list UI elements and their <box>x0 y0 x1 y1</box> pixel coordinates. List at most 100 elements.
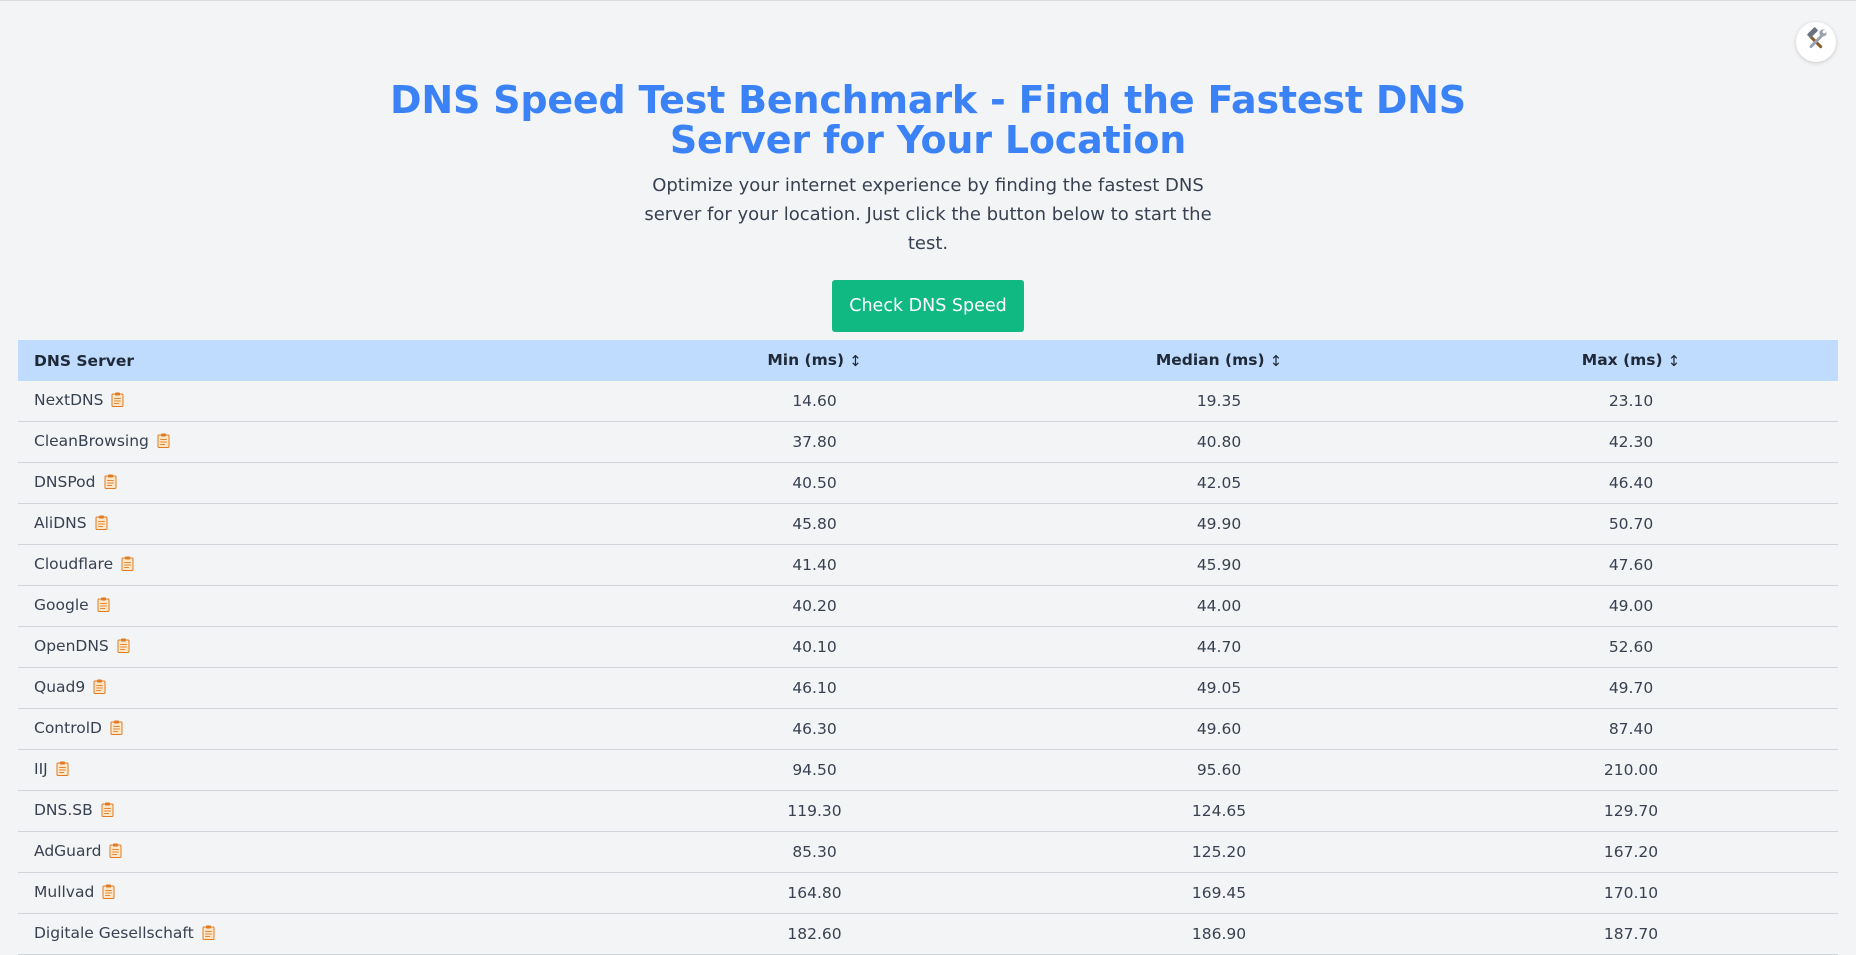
dns-server-cell: AdGuard <box>18 831 615 873</box>
table-row: DNSPod 40.50 42.05 46.40 <box>18 462 1838 504</box>
dns-server-name: AliDNS <box>34 514 87 532</box>
dns-server-name: Digitale Gesellschaft <box>34 924 194 942</box>
table-header: DNS Server Min (ms) ↕ Median (ms) ↕ Max (m… <box>18 340 1838 381</box>
sort-icon[interactable]: ↕ <box>1668 352 1681 370</box>
results-table: DNS Server Min (ms) ↕ Median (ms) ↕ Max (m… <box>18 340 1838 955</box>
table-row: OpenDNS 40.10 44.70 52.60 <box>18 626 1838 668</box>
median-ms-cell: 49.05 <box>1014 667 1424 709</box>
dns-server-cell: Quad9 <box>18 667 615 709</box>
clipboard-icon[interactable] <box>121 556 134 575</box>
table-row: DNS.SB 119.30 124.65 129.70 <box>18 790 1838 832</box>
sort-icon[interactable]: ↕ <box>1270 352 1283 370</box>
dns-server-name: NextDNS <box>34 391 104 409</box>
clipboard-icon[interactable] <box>157 433 170 452</box>
max-ms-cell: 52.60 <box>1424 626 1838 668</box>
dns-server-name: Mullvad <box>34 883 95 901</box>
max-ms-cell: 87.40 <box>1424 708 1838 750</box>
page-subtitle: Optimize your internet experience by fin… <box>644 175 1212 254</box>
dns-server-name: ControlD <box>34 719 102 737</box>
column-header-label: Median (ms) <box>1155 351 1265 370</box>
clipboard-icon[interactable] <box>95 515 108 534</box>
table-row: AdGuard 85.30 125.20 167.20 <box>18 831 1838 873</box>
dns-server-name: DNS.SB <box>34 801 93 819</box>
dns-server-cell: Mullvad <box>18 872 615 914</box>
median-ms-cell: 40.80 <box>1014 421 1424 463</box>
check-dns-speed-button[interactable]: Check DNS Speed <box>832 280 1024 332</box>
median-ms-cell: 45.90 <box>1014 544 1424 586</box>
clipboard-icon[interactable] <box>117 638 130 657</box>
dns-server-name: OpenDNS <box>34 637 109 655</box>
median-ms-cell: 44.70 <box>1014 626 1424 668</box>
max-ms-cell: 49.70 <box>1424 667 1838 709</box>
min-ms-cell: 182.60 <box>615 913 1014 955</box>
column-header-median[interactable]: Median (ms) ↕ <box>1014 340 1424 381</box>
min-ms-cell: 45.80 <box>615 503 1014 545</box>
dns-server-cell: Digitale Gesellschaft <box>18 913 615 955</box>
min-ms-cell: 119.30 <box>615 790 1014 832</box>
min-ms-cell: 41.40 <box>615 544 1014 586</box>
dns-server-name: IIJ <box>34 760 48 778</box>
table-row: NextDNS 14.60 19.35 23.10 <box>18 381 1838 422</box>
dns-server-name: Google <box>34 596 89 614</box>
clipboard-icon[interactable] <box>93 679 106 698</box>
max-ms-cell: 50.70 <box>1424 503 1838 545</box>
dns-server-cell: DNS.SB <box>18 790 615 832</box>
sort-icon[interactable]: ↕ <box>849 352 862 370</box>
min-ms-cell: 85.30 <box>615 831 1014 873</box>
dns-server-cell: AliDNS <box>18 503 615 545</box>
min-ms-cell: 46.10 <box>615 667 1014 709</box>
column-header-label: DNS Server <box>34 351 134 370</box>
max-ms-cell: 129.70 <box>1424 790 1838 832</box>
table-row: Mullvad 164.80 169.45 170.10 <box>18 872 1838 914</box>
table-row: Quad9 46.10 49.05 49.70 <box>18 667 1838 709</box>
page-title: DNS Speed Test Benchmark - Find the Fast… <box>390 78 1466 162</box>
dns-server-name: AdGuard <box>34 842 102 860</box>
table-row: CleanBrowsing 37.80 40.80 42.30 <box>18 421 1838 463</box>
min-ms-cell: 40.10 <box>615 626 1014 668</box>
table-row: Google 40.20 44.00 49.00 <box>18 585 1838 627</box>
table-row: AliDNS 45.80 49.90 50.70 <box>18 503 1838 545</box>
dns-server-name: DNSPod <box>34 473 96 491</box>
clipboard-icon[interactable] <box>202 925 215 944</box>
dns-server-cell: CleanBrowsing <box>18 421 615 463</box>
dns-server-cell: DNSPod <box>18 462 615 504</box>
clipboard-icon[interactable] <box>101 802 114 821</box>
median-ms-cell: 42.05 <box>1014 462 1424 504</box>
max-ms-cell: 49.00 <box>1424 585 1838 627</box>
page-header: DNS Speed Test Benchmark - Find the Fast… <box>0 1 1856 332</box>
dns-server-cell: IIJ <box>18 749 615 791</box>
clipboard-icon[interactable] <box>111 392 124 411</box>
dns-server-cell: OpenDNS <box>18 626 615 668</box>
max-ms-cell: 23.10 <box>1424 381 1838 422</box>
table-row: ControlD 46.30 49.60 87.40 <box>18 708 1838 750</box>
median-ms-cell: 49.60 <box>1014 708 1424 750</box>
clipboard-icon[interactable] <box>110 720 123 739</box>
column-header-max[interactable]: Max (ms) ↕ <box>1424 340 1838 381</box>
min-ms-cell: 40.20 <box>615 585 1014 627</box>
median-ms-cell: 186.90 <box>1014 913 1424 955</box>
clipboard-icon[interactable] <box>97 597 110 616</box>
median-ms-cell: 44.00 <box>1014 585 1424 627</box>
median-ms-cell: 125.20 <box>1014 831 1424 873</box>
clipboard-icon[interactable] <box>56 761 69 780</box>
max-ms-cell: 210.00 <box>1424 749 1838 791</box>
dns-server-name: CleanBrowsing <box>34 432 149 450</box>
column-header-min[interactable]: Min (ms) ↕ <box>615 340 1014 381</box>
min-ms-cell: 94.50 <box>615 749 1014 791</box>
clipboard-icon[interactable] <box>109 843 122 862</box>
table-body: NextDNS 14.60 19.35 23.10 CleanBrowsing 37.80… <box>18 381 1838 955</box>
clipboard-icon[interactable] <box>102 884 115 903</box>
max-ms-cell: 46.40 <box>1424 462 1838 504</box>
max-ms-cell: 47.60 <box>1424 544 1838 586</box>
results-table-container: DNS Server Min (ms) ↕ Median (ms) ↕ Max (m… <box>18 340 1838 955</box>
median-ms-cell: 49.90 <box>1014 503 1424 545</box>
settings-button[interactable] <box>1796 22 1836 62</box>
min-ms-cell: 164.80 <box>615 872 1014 914</box>
dns-server-name: Quad9 <box>34 678 86 696</box>
min-ms-cell: 14.60 <box>615 381 1014 422</box>
table-row: IIJ 94.50 95.60 210.00 <box>18 749 1838 791</box>
max-ms-cell: 42.30 <box>1424 421 1838 463</box>
column-header-dns-server: DNS Server <box>18 340 615 381</box>
clipboard-icon[interactable] <box>104 474 117 493</box>
min-ms-cell: 40.50 <box>615 462 1014 504</box>
